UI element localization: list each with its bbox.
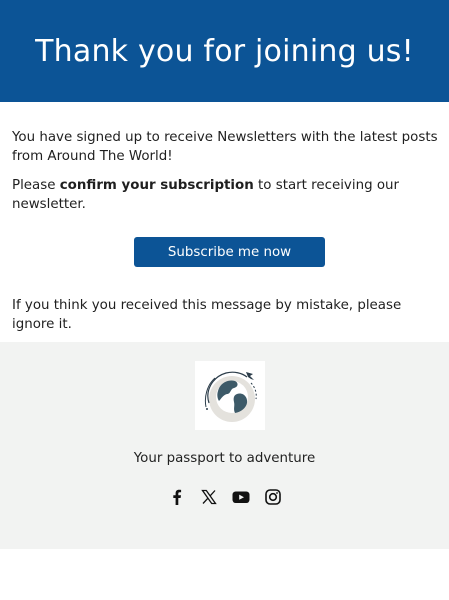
social-links xyxy=(0,488,449,506)
page-title: Thank you for joining us! xyxy=(35,33,414,69)
message-body: You have signed up to receive Newsletter… xyxy=(12,128,440,214)
header-banner: Thank you for joining us! xyxy=(0,0,449,102)
intro-text: You have signed up to receive Newsletter… xyxy=(12,130,438,164)
globe-icon xyxy=(204,371,257,422)
confirm-text: Please confirm your subscription to star… xyxy=(12,176,440,214)
instagram-icon[interactable] xyxy=(264,488,282,506)
globe-logo xyxy=(195,361,265,430)
confirm-bold: confirm your subscription xyxy=(59,178,254,193)
footer: Your passport to adventure xyxy=(0,342,449,549)
tagline: Your passport to adventure xyxy=(133,451,316,466)
subscribe-button[interactable]: Subscribe me now xyxy=(134,237,325,267)
ignore-text: If you think you received this message b… xyxy=(12,298,402,332)
youtube-icon[interactable] xyxy=(232,488,250,506)
x-icon[interactable] xyxy=(200,488,218,506)
facebook-icon[interactable] xyxy=(168,488,186,506)
confirm-prefix: Please xyxy=(12,178,60,193)
